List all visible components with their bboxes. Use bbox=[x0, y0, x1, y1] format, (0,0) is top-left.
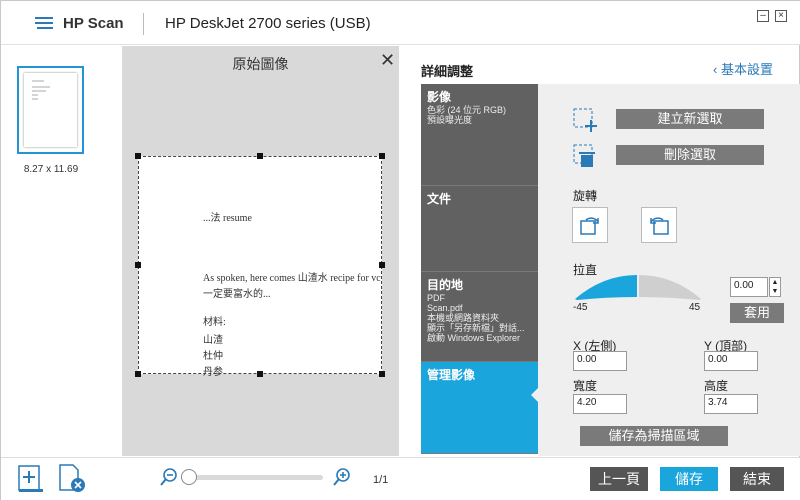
delete-selection-icon[interactable] bbox=[572, 143, 598, 174]
save-button[interactable]: 儲存 bbox=[660, 467, 718, 491]
page-size-label: 8.27 x 11.69 bbox=[23, 164, 79, 175]
nav-destination-sub: Scan.pdf bbox=[427, 303, 463, 313]
page-thumbnail[interactable] bbox=[17, 66, 84, 154]
title-bar: HP Scan HP DeskJet 2700 series (USB) – × bbox=[1, 1, 800, 45]
nav-image-sub: 色彩 (24 位元 RGB) bbox=[427, 105, 507, 115]
rotate-right-button[interactable] bbox=[641, 207, 677, 243]
settings-nav: 影像 色彩 (24 位元 RGB) 預設曝光度 文件 目的地 PDF Scan.… bbox=[421, 84, 538, 454]
thumbnail-page bbox=[24, 73, 77, 147]
straighten-value-field[interactable]: 0.00 bbox=[730, 277, 768, 297]
basic-settings-label: 基本設置 bbox=[720, 62, 773, 77]
handle-middle-right[interactable] bbox=[379, 262, 385, 268]
nav-item-destination[interactable]: 目的地 PDF Scan.pdf 本機或網路資料夾 顯示「另存新檔」對話... … bbox=[421, 272, 538, 362]
handle-top-middle[interactable] bbox=[257, 153, 263, 159]
device-name: HP DeskJet 2700 series (USB) bbox=[165, 15, 371, 32]
nav-item-image[interactable]: 影像 色彩 (24 位元 RGB) 預設曝光度 bbox=[421, 84, 538, 186]
x-field[interactable]: 0.00 bbox=[573, 351, 627, 371]
handle-top-left[interactable] bbox=[135, 153, 141, 159]
doc-line: 材料: bbox=[203, 317, 226, 328]
add-page-icon[interactable] bbox=[17, 463, 45, 498]
close-window-icon[interactable]: × bbox=[775, 10, 787, 22]
nav-destination-sub: 本機或網路資料夾 bbox=[427, 313, 500, 323]
apply-button[interactable]: 套用 bbox=[730, 303, 784, 323]
preview-title: 原始圖像 bbox=[232, 56, 289, 72]
nav-item-manage[interactable]: 管理影像 bbox=[421, 362, 538, 454]
height-label: 高度 bbox=[704, 379, 729, 393]
straighten-slider[interactable] bbox=[573, 273, 703, 306]
minimize-icon[interactable]: – bbox=[757, 10, 769, 22]
straighten-min-label: -45 bbox=[573, 302, 588, 313]
new-selection-button[interactable]: 建立新選取 bbox=[616, 109, 764, 129]
width-field[interactable]: 4.20 bbox=[573, 394, 627, 414]
height-field[interactable]: 3.74 bbox=[704, 394, 758, 414]
doc-line: As spoken, here comes 山渣水 recipe for vc bbox=[203, 273, 381, 284]
handle-bottom-middle[interactable] bbox=[257, 371, 263, 377]
nav-image-sub: 預設曝光度 bbox=[427, 115, 473, 125]
nav-manage-title: 管理影像 bbox=[427, 368, 476, 382]
finish-button[interactable]: 結束 bbox=[730, 467, 784, 491]
previous-button[interactable]: 上一頁 bbox=[590, 467, 648, 491]
chevron-left-icon: ‹ bbox=[713, 62, 721, 77]
handle-top-right[interactable] bbox=[379, 153, 385, 159]
nav-image-title: 影像 bbox=[427, 90, 452, 104]
nav-destination-sub: 顯示「另存新檔」對話... bbox=[427, 323, 525, 333]
new-selection-icon[interactable] bbox=[572, 107, 598, 138]
page-count: 1/1 bbox=[373, 474, 389, 486]
rotate-left-button[interactable] bbox=[572, 207, 608, 243]
width-label: 寬度 bbox=[573, 379, 598, 393]
delete-selection-button[interactable]: 刪除選取 bbox=[616, 145, 764, 165]
close-preview-icon[interactable]: ✕ bbox=[380, 50, 395, 71]
nav-item-document[interactable]: 文件 bbox=[421, 186, 538, 272]
nav-destination-sub: 啟動 Windows Explorer bbox=[427, 333, 521, 343]
delete-page-icon[interactable] bbox=[57, 463, 87, 498]
save-scan-area-button[interactable]: 儲存為掃描區域 bbox=[580, 426, 728, 446]
preview-pane: 原始圖像 ✕ ...法 resume As spoken, here comes… bbox=[122, 46, 399, 456]
handle-bottom-left[interactable] bbox=[135, 371, 141, 377]
selection-area[interactable]: ...法 resume As spoken, here comes 山渣水 re… bbox=[138, 156, 382, 378]
rotate-right-icon bbox=[647, 213, 671, 242]
doc-line: 山渣 bbox=[203, 335, 223, 346]
nav-destination-sub: PDF bbox=[427, 293, 445, 303]
doc-line: ...法 resume bbox=[203, 213, 252, 224]
rotate-left-icon bbox=[578, 213, 602, 242]
app-title: HP Scan bbox=[63, 15, 124, 32]
y-field[interactable]: 0.00 bbox=[704, 351, 758, 371]
title-divider bbox=[143, 13, 144, 35]
nav-destination-title: 目的地 bbox=[427, 278, 464, 292]
handle-bottom-right[interactable] bbox=[379, 371, 385, 377]
hp-scan-logo-icon bbox=[33, 15, 55, 36]
zoom-slider-track[interactable] bbox=[183, 475, 323, 480]
panel-heading: 詳細調整 bbox=[421, 64, 474, 79]
doc-line: 一定要富水的... bbox=[203, 289, 271, 300]
doc-line: 丹参 bbox=[203, 367, 223, 378]
thumbnail-pane: 8.27 x 11.69 bbox=[1, 46, 121, 456]
rotate-label: 旋轉 bbox=[573, 189, 598, 203]
zoom-out-icon[interactable] bbox=[159, 467, 179, 492]
nav-document-title: 文件 bbox=[427, 192, 452, 206]
basic-settings-link[interactable]: ‹ 基本設置 bbox=[713, 59, 773, 78]
zoom-in-icon[interactable] bbox=[332, 467, 352, 492]
handle-middle-left[interactable] bbox=[135, 262, 141, 268]
zoom-slider-thumb[interactable] bbox=[181, 469, 197, 485]
straighten-stepper[interactable]: ▲ ▼ bbox=[769, 277, 781, 297]
doc-line: 杜仲 bbox=[203, 351, 223, 362]
straighten-max-label: 45 bbox=[689, 302, 701, 313]
